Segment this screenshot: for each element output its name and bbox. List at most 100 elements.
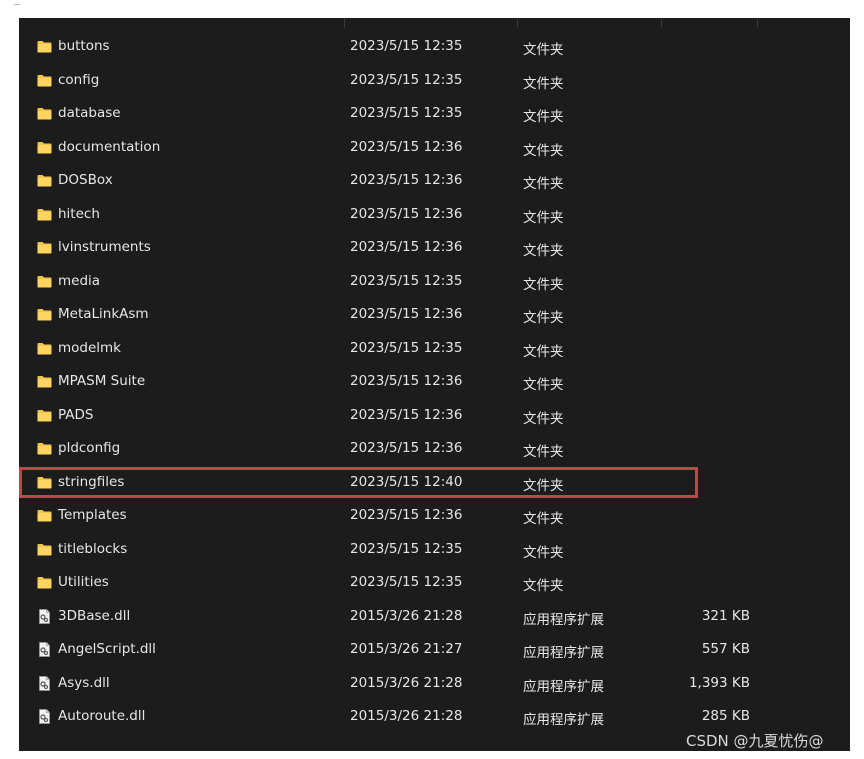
folder-icon: [37, 442, 52, 455]
file-type: 文件夹: [523, 544, 564, 561]
file-row[interactable]: hitech 2023/5/15 12:36 文件夹: [19, 198, 850, 232]
file-name: PADS: [58, 406, 94, 423]
file-date: 2023/5/15 12:36: [350, 507, 463, 523]
file-row[interactable]: PADS 2023/5/15 12:36 文件夹: [19, 399, 850, 433]
file-type: 文件夹: [523, 209, 564, 226]
file-date: 2015/3/26 21:28: [350, 607, 463, 624]
file-date: 2023/5/15 12:36: [350, 306, 463, 322]
file-date: 2023/5/15 12:35: [350, 71, 463, 88]
file-name: hitech: [58, 205, 100, 222]
file-row[interactable]: pldconfig 2023/5/15 12:36 文件夹: [19, 432, 850, 466]
file-date: 2015/3/26 21:28: [350, 708, 463, 724]
file-type: 文件夹: [523, 578, 564, 594]
file-type: 应用程序扩展: [523, 611, 604, 628]
top-edge-mark: [14, 0, 20, 5]
file-type: 应用程序扩展: [523, 678, 604, 695]
file-type: 文件夹: [523, 343, 564, 360]
highlight-box: [19, 467, 698, 498]
folder-icon: [37, 375, 52, 388]
file-row[interactable]: config 2023/5/15 12:35 文件夹: [19, 64, 850, 98]
file-row[interactable]: MetaLinkAsm 2023/5/15 12:36 文件夹: [19, 298, 850, 332]
file-row[interactable]: Autoroute.dll 2015/3/26 21:28 应用程序扩展 285…: [19, 700, 850, 734]
file-name: Templates: [58, 507, 127, 523]
file-name: database: [58, 105, 121, 121]
file-type: 文件夹: [523, 276, 564, 293]
file-type: 文件夹: [523, 410, 564, 427]
file-type: 文件夹: [523, 310, 564, 326]
file-date: 2015/3/26 21:27: [350, 641, 463, 657]
file-name: AngelScript.dll: [58, 641, 156, 657]
file-type: 应用程序扩展: [523, 645, 604, 661]
file-row[interactable]: media 2023/5/15 12:35 文件夹: [19, 265, 850, 299]
file-row[interactable]: 3DBase.dll 2015/3/26 21:28 应用程序扩展 321 KB: [19, 600, 850, 634]
file-row[interactable]: documentation 2023/5/15 12:36 文件夹: [19, 131, 850, 165]
file-row[interactable]: Utilities 2023/5/15 12:35 文件夹: [19, 566, 850, 600]
file-type: 文件夹: [523, 142, 564, 159]
folder-icon: [37, 40, 52, 53]
file-size: 1,393 KB: [688, 674, 750, 691]
file-row[interactable]: DOSBox 2023/5/15 12:36 文件夹: [19, 164, 850, 198]
file-row[interactable]: AngelScript.dll 2015/3/26 21:27 应用程序扩展 5…: [19, 633, 850, 667]
file-name: lvinstruments: [58, 239, 151, 255]
column-divider[interactable]: [517, 18, 518, 28]
file-date: 2023/5/15 12:35: [350, 339, 463, 356]
file-date: 2023/5/15 12:35: [350, 574, 463, 590]
folder-icon: [37, 409, 52, 422]
file-name: modelmk: [58, 339, 122, 356]
file-name: documentation: [58, 138, 161, 155]
file-date: 2023/5/15 12:36: [350, 373, 463, 389]
column-header-strip: [19, 18, 850, 30]
file-rows: buttons 2023/5/15 12:35 文件夹 config 2023/…: [19, 30, 850, 734]
dll-file-icon: [37, 709, 52, 724]
file-name: Autoroute.dll: [58, 708, 146, 724]
file-row[interactable]: lvinstruments 2023/5/15 12:36 文件夹: [19, 231, 850, 265]
file-type: 应用程序扩展: [523, 712, 604, 728]
file-date: 2023/5/15 12:35: [350, 540, 463, 557]
file-row[interactable]: Templates 2023/5/15 12:36 文件夹: [19, 499, 850, 533]
file-row[interactable]: MPASM Suite 2023/5/15 12:36 文件夹: [19, 365, 850, 399]
file-row[interactable]: modelmk 2023/5/15 12:35 文件夹: [19, 332, 850, 366]
folder-icon: [37, 509, 52, 522]
file-type: 文件夹: [523, 109, 564, 125]
folder-icon: [37, 174, 52, 187]
file-name: MetaLinkAsm: [58, 306, 149, 322]
file-name: DOSBox: [58, 172, 113, 188]
dll-file-icon: [37, 608, 52, 624]
file-type: 文件夹: [523, 511, 564, 527]
folder-icon: [37, 74, 52, 87]
file-date: 2023/5/15 12:35: [350, 105, 463, 121]
file-name: Utilities: [58, 574, 109, 590]
file-row[interactable]: database 2023/5/15 12:35 文件夹: [19, 97, 850, 131]
folder-icon: [37, 308, 52, 321]
column-divider[interactable]: [757, 18, 758, 28]
file-date: 2023/5/15 12:36: [350, 406, 463, 423]
folder-icon: [37, 342, 52, 355]
folder-icon: [37, 107, 52, 120]
file-name: pldconfig: [58, 440, 121, 456]
column-divider[interactable]: [661, 18, 662, 28]
folder-icon: [37, 241, 52, 254]
file-date: 2023/5/15 12:36: [350, 138, 463, 155]
file-explorer-list: buttons 2023/5/15 12:35 文件夹 config 2023/…: [19, 18, 850, 751]
file-date: 2023/5/15 12:36: [350, 205, 463, 222]
file-row[interactable]: titleblocks 2023/5/15 12:35 文件夹: [19, 533, 850, 567]
file-row[interactable]: buttons 2023/5/15 12:35 文件夹: [19, 30, 850, 64]
dll-file-icon: [37, 642, 52, 657]
file-name: 3DBase.dll: [58, 607, 131, 624]
file-type: 文件夹: [523, 377, 564, 393]
file-row[interactable]: Asys.dll 2015/3/26 21:28 应用程序扩展 1,393 KB: [19, 667, 850, 701]
file-name: MPASM Suite: [58, 373, 146, 389]
file-type: 文件夹: [523, 243, 564, 259]
file-date: 2023/5/15 12:35: [350, 38, 463, 54]
file-date: 2015/3/26 21:28: [350, 674, 463, 691]
folder-icon: [37, 576, 52, 589]
file-type: 文件夹: [523, 42, 564, 58]
file-type: 文件夹: [523, 444, 564, 460]
folder-icon: [37, 141, 52, 154]
folder-icon: [37, 275, 52, 288]
file-name: Asys.dll: [58, 674, 110, 691]
dll-file-icon: [37, 675, 52, 691]
column-divider[interactable]: [344, 18, 345, 28]
file-name: buttons: [58, 38, 110, 54]
file-date: 2023/5/15 12:36: [350, 440, 463, 456]
